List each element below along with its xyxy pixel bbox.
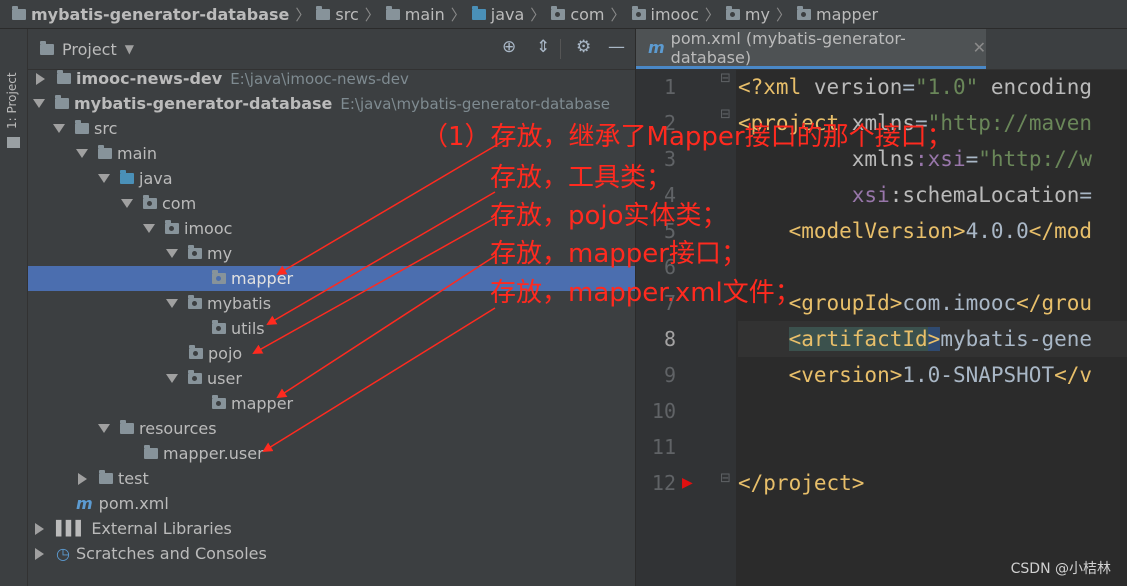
chevron-down-icon[interactable] xyxy=(143,224,155,233)
resources-folder-icon xyxy=(120,420,134,434)
chevron-right-icon[interactable] xyxy=(35,522,44,535)
code-line-4: xsi:schemaLocation = xyxy=(738,183,1093,207)
project-folder-icon xyxy=(40,41,54,55)
chevron-down-icon[interactable] xyxy=(121,199,133,208)
tree-item-test[interactable]: test xyxy=(28,466,683,491)
package-icon xyxy=(551,5,566,20)
package-icon xyxy=(189,345,203,359)
gear-icon[interactable]: ⚙ xyxy=(576,37,591,57)
chevron-down-icon[interactable] xyxy=(76,149,88,158)
tree-item-pom-xml[interactable]: m pom.xml xyxy=(28,491,683,516)
code-line-1: <?xml version = "1.0" encoding xyxy=(738,75,1093,99)
chevron-right-icon[interactable] xyxy=(78,472,87,485)
fold-icon[interactable]: ⊟ xyxy=(720,471,731,486)
line-number: 11 xyxy=(651,435,676,459)
tree-item-scratches[interactable]: ◷ Scratches and Consoles xyxy=(28,541,640,566)
breadcrumb-item-com[interactable]: com 〉 xyxy=(551,4,631,25)
chevron-down-icon[interactable]: ▼ xyxy=(125,42,134,56)
breadcrumb-item-src[interactable]: src 〉 xyxy=(316,4,385,25)
package-icon xyxy=(188,295,202,309)
folder-icon xyxy=(7,137,20,148)
breadcrumb: mybatis-generator-database 〉 src 〉 main 〉 j… xyxy=(0,0,1127,29)
folder-icon xyxy=(144,445,158,459)
line-number-current: 8 xyxy=(663,327,676,351)
breadcrumb-item-project[interactable]: mybatis-generator-database 〉 xyxy=(12,4,316,25)
line-number: 12 xyxy=(651,471,676,495)
package-icon xyxy=(212,320,226,334)
editor-tab-bar: m pom.xml (mybatis-generator-database) ✕ xyxy=(636,29,1127,70)
scratches-icon: ◷ xyxy=(56,544,70,563)
library-icon: ▌▌▌ xyxy=(56,520,86,537)
maven-icon: m xyxy=(648,38,665,57)
collapse-all-icon[interactable]: ⇕ xyxy=(536,37,550,57)
breadcrumb-item-java[interactable]: java 〉 xyxy=(471,4,552,25)
annotation-text-1: （1）存放，继承了Mapper接口的那个接口； xyxy=(422,122,953,152)
project-panel-header: Project ▼ ⊕ ⇕ ⚙ — xyxy=(28,29,635,70)
chevron-right-icon[interactable] xyxy=(35,547,44,560)
chevron-right-icon[interactable] xyxy=(36,72,45,85)
annotation-text-3: 存放，pojo实体类； xyxy=(490,201,728,231)
run-marker-icon[interactable]: ▶ xyxy=(682,475,693,491)
maven-icon: m xyxy=(76,494,93,513)
package-icon xyxy=(212,395,226,409)
folder-icon xyxy=(99,470,113,484)
source-folder-icon xyxy=(471,5,486,20)
watermark: CSDN @小桔林 xyxy=(1010,561,1111,577)
close-icon[interactable]: ✕ xyxy=(973,38,986,57)
tree-item-imooc-news-dev[interactable]: imooc-news-dev E:\java\imooc-news-dev xyxy=(28,66,641,91)
locate-icon[interactable]: ⊕ xyxy=(502,37,516,57)
project-tool-window-button[interactable]: 1: Project xyxy=(5,72,19,129)
package-icon xyxy=(797,5,811,20)
folder-icon xyxy=(98,145,112,159)
package-icon xyxy=(165,220,179,234)
fold-icon[interactable]: ⊟ xyxy=(720,71,731,86)
package-icon xyxy=(188,370,202,384)
fold-icon[interactable]: ⊟ xyxy=(720,107,731,122)
code-line-9: <version> 1.0-SNAPSHOT </v xyxy=(738,363,1093,387)
tree-item-external-libraries[interactable]: ▌▌▌ External Libraries xyxy=(28,516,640,541)
folder-icon xyxy=(385,5,400,20)
tree-item-mybatis-generator-database[interactable]: mybatis-generator-database E:\java\mybat… xyxy=(28,91,640,116)
line-number: 10 xyxy=(651,399,676,423)
breadcrumb-item-imooc[interactable]: imooc 〉 xyxy=(631,4,726,25)
folder-icon xyxy=(316,5,331,20)
module-folder-icon xyxy=(57,70,71,84)
line-number: 9 xyxy=(663,363,676,387)
package-icon xyxy=(725,5,740,20)
package-icon xyxy=(143,195,157,209)
tree-item-resources[interactable]: resources xyxy=(28,416,705,441)
package-icon xyxy=(212,270,226,284)
package-icon xyxy=(631,5,646,20)
chevron-down-icon[interactable] xyxy=(33,99,45,108)
chevron-down-icon[interactable] xyxy=(53,124,65,133)
module-folder-icon xyxy=(55,95,69,109)
package-icon xyxy=(188,245,202,259)
code-line-5: <modelVersion> 4.0.0 </mod xyxy=(738,219,1093,243)
annotation-text-2: 存放，工具类； xyxy=(490,163,673,193)
folder-icon xyxy=(75,120,89,134)
project-folder-icon xyxy=(12,5,26,20)
chevron-down-icon[interactable] xyxy=(166,299,178,308)
chevron-down-icon[interactable] xyxy=(166,249,178,258)
annotation-text-5: 存放，mapper.xml文件； xyxy=(490,278,801,308)
hide-icon[interactable]: — xyxy=(608,37,625,57)
breadcrumb-item-mapper[interactable]: mapper xyxy=(797,5,878,24)
breadcrumb-item-my[interactable]: my 〉 xyxy=(725,4,797,25)
chevron-down-icon[interactable] xyxy=(166,374,178,383)
chevron-down-icon[interactable] xyxy=(98,174,110,183)
tab-pom-xml[interactable]: m pom.xml (mybatis-generator-database) ✕ xyxy=(636,29,986,69)
line-number: 1 xyxy=(663,75,676,99)
code-line-12: </project> xyxy=(738,471,865,495)
tool-window-strip: 1: Project xyxy=(0,29,28,586)
code-line-8: <artifactId > mybatis-gene xyxy=(788,327,1093,351)
chevron-down-icon[interactable] xyxy=(98,424,110,433)
source-folder-icon xyxy=(120,170,134,184)
annotation-text-4: 存放，mapper接口； xyxy=(490,239,747,269)
breadcrumb-item-main[interactable]: main 〉 xyxy=(385,4,472,25)
project-view-selector[interactable]: Project xyxy=(62,40,117,59)
